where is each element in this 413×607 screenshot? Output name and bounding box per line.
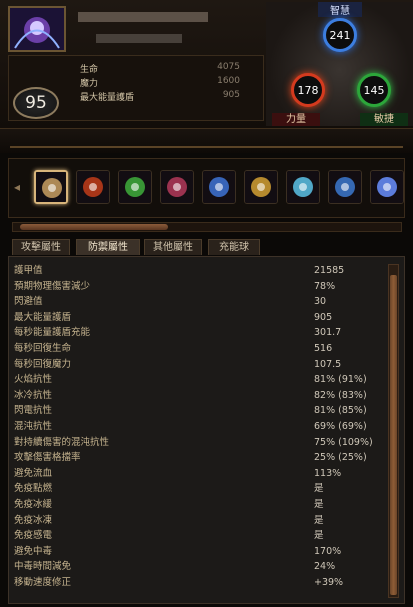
stat-value: 75% (109%) [314, 436, 373, 448]
stat-name: 混沌抗性 [14, 421, 53, 432]
green-summon-icon[interactable] [118, 170, 152, 204]
stat-name: 護甲值 [14, 265, 43, 276]
stat-name: 每秒回復生命 [14, 343, 72, 354]
lightning-skull-icon[interactable] [244, 170, 278, 204]
list-scroll-thumb[interactable] [390, 275, 397, 595]
level-badge: 95 [13, 87, 59, 119]
stat-value: 25% (25%) [314, 452, 367, 464]
stat-value: 是 [314, 530, 324, 542]
intelligence-orb[interactable]: 241 [323, 18, 357, 52]
life-value: 4075 [217, 62, 240, 72]
stat-name: 火焰抗性 [14, 374, 53, 386]
stat-value: 24% [314, 561, 336, 573]
stat-name: 免疫點燃 [14, 483, 53, 495]
mana-value: 1600 [217, 76, 240, 86]
stat-value: 21585 [314, 265, 345, 276]
stat-name: 免疫冰凍 [14, 514, 53, 526]
stat-value: 82% (83%) [314, 389, 367, 401]
tab-charges[interactable]: 充能球 [208, 239, 260, 255]
red-blue-orb-icon[interactable] [160, 170, 194, 204]
tab-defense[interactable]: 防禦屬性 [76, 239, 140, 255]
account-name-redacted [96, 34, 182, 43]
stat-value: 是 [314, 514, 324, 526]
blue-flame-ring-icon[interactable] [202, 170, 236, 204]
stat-value: 30 [314, 296, 327, 308]
stat-name: 預期物理傷害減少 [14, 280, 91, 292]
stat-value: 81% (91%) [314, 374, 367, 386]
stat-value: 69% (69%) [314, 421, 367, 432]
life-label: 生命 [80, 65, 99, 75]
staff-weapon-icon[interactable] [34, 170, 68, 204]
stat-name: 避免流血 [14, 467, 53, 479]
stat-value: 81% (85%) [314, 405, 367, 417]
table-row: 免疫點燃 是 [14, 481, 386, 496]
table-row: 免疫感電 是 [14, 528, 386, 543]
table-row: 護甲值 21585 [14, 263, 386, 278]
strength-orb[interactable]: 178 [291, 73, 325, 107]
tab-misc[interactable]: 其他屬性 [144, 239, 202, 255]
table-row: 每秒回復魔力 107.5 [14, 357, 386, 372]
table-row: 中毒時間減免 24% [14, 559, 386, 574]
table-row: 最大能量護盾 905 [14, 310, 386, 325]
table-row: 閃避值 30 [14, 294, 386, 309]
stat-name: 冰冷抗性 [14, 389, 53, 401]
stat-name: 攻擊傷害格擋率 [14, 452, 81, 464]
table-row: 免疫冰緩 是 [14, 497, 386, 512]
stat-value: 是 [314, 483, 324, 495]
scroll-left-arrow-icon[interactable]: ◂ [14, 170, 22, 204]
stat-name: 免疫感電 [14, 530, 53, 542]
stat-value: 是 [314, 499, 324, 510]
stat-name: 每秒能量護盾充能 [14, 327, 91, 339]
dexterity-label: 敏捷 [360, 113, 408, 126]
table-row: 預期物理傷害減少 78% [14, 279, 386, 294]
table-row: 混沌抗性 69% (69%) [14, 419, 386, 434]
stat-name: 移動速度修正 [14, 577, 72, 588]
stat-name: 每秒回復魔力 [14, 358, 72, 370]
dexterity-orb[interactable]: 145 [357, 73, 391, 107]
stat-value: 905 [314, 311, 333, 323]
table-row: 火焰抗性 81% (91%) [14, 372, 386, 387]
character-name-redacted [78, 12, 208, 22]
stat-name: 避免中毒 [14, 545, 53, 557]
stat-name: 對持續傷害的混沌抗性 [14, 436, 110, 448]
tab-offense[interactable]: 攻擊屬性 [12, 239, 70, 255]
table-row: 攻擊傷害格擋率 25% (25%) [14, 450, 386, 465]
divider-line [10, 146, 403, 148]
strength-label: 力量 [272, 113, 320, 126]
stat-value: 516 [314, 343, 333, 354]
stat-name: 中毒時間減免 [14, 561, 72, 573]
stat-value: 301.7 [314, 327, 342, 339]
flame-figure-icon[interactable] [76, 170, 110, 204]
stat-value: 170% [314, 545, 342, 557]
stat-value: 113% [314, 467, 342, 479]
ice-spirit-icon[interactable] [286, 170, 320, 204]
section-divider [0, 128, 413, 153]
mana-label: 魔力 [80, 79, 99, 89]
intelligence-label: 智慧 [318, 2, 362, 17]
table-row: 避免中毒 170% [14, 544, 386, 559]
table-row: 免疫冰凍 是 [14, 513, 386, 528]
stat-name: 閃避值 [14, 296, 43, 308]
stat-name: 免疫冰緩 [14, 499, 53, 510]
arcane-burst-icon[interactable] [370, 170, 404, 204]
table-row: 避免流血 113% [14, 466, 386, 481]
energy-shield-label: 最大能量護盾 [80, 93, 135, 103]
stat-name: 閃電抗性 [14, 405, 53, 417]
stat-name: 最大能量護盾 [14, 311, 72, 323]
table-row: 每秒能量護盾充能 301.7 [14, 325, 386, 340]
stat-value: 107.5 [314, 358, 342, 370]
skill-scroll-thumb[interactable] [20, 224, 168, 230]
table-row: 移動速度修正 +39% [14, 575, 386, 590]
table-row: 每秒回復生命 516 [14, 341, 386, 356]
blue-hand-icon[interactable] [328, 170, 362, 204]
energy-shield-value: 905 [222, 90, 240, 100]
table-row: 冰冷抗性 82% (83%) [14, 388, 386, 403]
table-row: 閃電抗性 81% (85%) [14, 403, 386, 418]
table-row: 對持續傷害的混沌抗性 75% (109%) [14, 435, 386, 450]
stat-value: 78% [314, 280, 336, 292]
stat-value: +39% [314, 577, 344, 588]
character-portrait[interactable] [8, 6, 66, 52]
